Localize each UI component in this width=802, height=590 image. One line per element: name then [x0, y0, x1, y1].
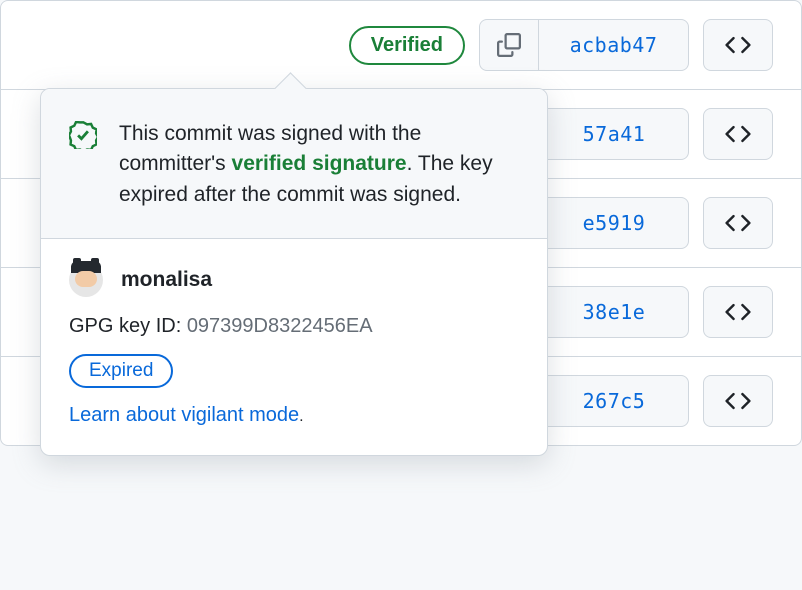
browse-code-button[interactable]	[703, 375, 773, 427]
expired-badge: Expired	[69, 354, 173, 388]
popover-header: This commit was signed with the committe…	[41, 89, 547, 239]
copy-icon	[497, 33, 521, 57]
commit-sha-link[interactable]: 38e1e	[539, 286, 689, 338]
code-icon	[725, 299, 751, 325]
popover-body: monalisa GPG key ID: 097399D8322456EA Ex…	[41, 239, 547, 455]
code-icon	[725, 32, 751, 58]
verified-badge[interactable]: Verified	[349, 26, 465, 65]
verified-signature-link[interactable]: verified signature	[232, 152, 407, 175]
signature-popover: This commit was signed with the committe…	[40, 88, 548, 456]
avatar	[69, 263, 103, 297]
key-status-row: Expired	[69, 354, 519, 404]
sha-group: acbab47	[479, 19, 689, 71]
commit-sha-link[interactable]: e5919	[539, 197, 689, 249]
browse-code-button[interactable]	[703, 197, 773, 249]
popover-message: This commit was signed with the committe…	[119, 119, 519, 210]
code-icon	[725, 388, 751, 414]
signer-row: monalisa	[69, 263, 519, 297]
commit-row: Verified acbab47	[1, 1, 801, 90]
commit-sha-link[interactable]: acbab47	[539, 19, 689, 71]
browse-code-button[interactable]	[703, 286, 773, 338]
gpg-key-label: GPG key ID:	[69, 315, 187, 337]
vigilant-mode-link[interactable]: Learn about vigilant mode	[69, 404, 299, 426]
copy-sha-button[interactable]	[479, 19, 539, 71]
learn-row: Learn about vigilant mode.	[69, 404, 519, 427]
code-icon	[725, 210, 751, 236]
commit-sha-link[interactable]: 267c5	[539, 375, 689, 427]
signer-username[interactable]: monalisa	[121, 268, 212, 292]
verified-icon	[69, 121, 97, 210]
commit-sha-link[interactable]: 57a41	[539, 108, 689, 160]
code-icon	[725, 121, 751, 147]
gpg-key-id: 097399D8322456EA	[187, 315, 373, 337]
browse-code-button[interactable]	[703, 108, 773, 160]
browse-code-button[interactable]	[703, 19, 773, 71]
gpg-key-row: GPG key ID: 097399D8322456EA	[69, 315, 519, 338]
learn-suffix: .	[299, 408, 303, 425]
